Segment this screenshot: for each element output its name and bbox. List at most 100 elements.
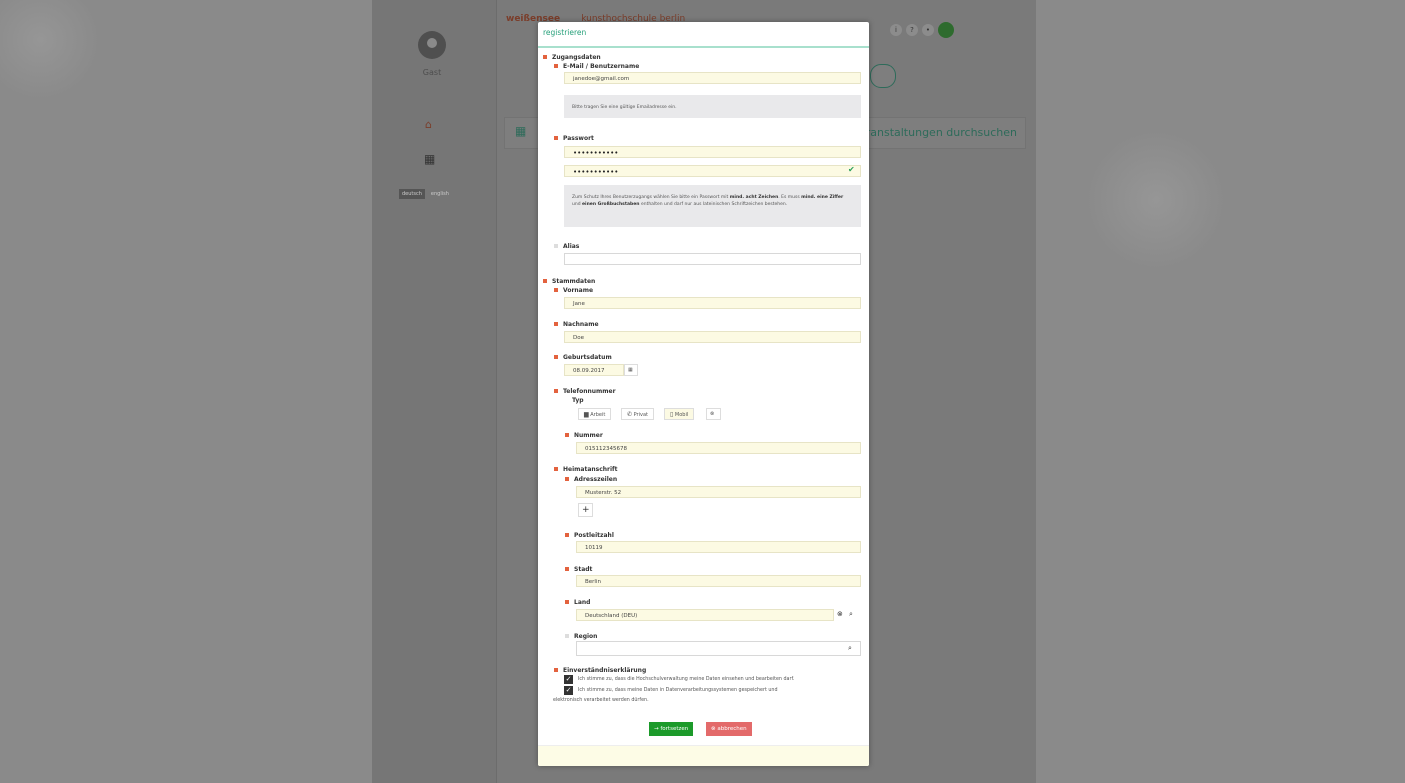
country-label: Land: [574, 599, 591, 606]
optional-marker: [554, 244, 558, 248]
zip-field[interactable]: 10119: [576, 541, 861, 553]
clear-icon[interactable]: ⊗: [837, 610, 843, 618]
required-marker: [543, 279, 547, 283]
home-address-label: Heimatanschrift: [563, 466, 618, 473]
mobile-icon: ▯: [670, 411, 674, 418]
required-marker: [565, 533, 569, 537]
email-hint: Bitte tragen Sie eine gültige Emailadres…: [564, 95, 861, 118]
search-icon[interactable]: ⌕: [848, 644, 852, 653]
firstname-label: Vorname: [563, 287, 594, 294]
password-hint-text: . Es muss: [778, 195, 802, 200]
required-marker: [554, 467, 558, 471]
check-icon: ✔: [848, 165, 855, 174]
phone-type-mobile-label: Mobil: [674, 412, 689, 418]
continue-label: fortsetzen: [660, 726, 689, 732]
register-modal: registrieren Zugangsdaten E-Mail / Benut…: [538, 22, 869, 766]
required-marker: [554, 64, 558, 68]
calendar-picker-icon[interactable]: ▦: [624, 364, 638, 376]
required-marker: [554, 288, 558, 292]
phone-type-private-label: Privat: [633, 412, 648, 418]
section-access: Zugangsdaten: [552, 54, 601, 61]
zip-label: Postleitzahl: [574, 532, 614, 539]
consent-text-2: Ich stimme zu, dass meine Daten in Daten…: [578, 688, 778, 693]
calendar-icon: ▦: [515, 124, 527, 138]
birthdate-field[interactable]: 08.09.2017: [564, 364, 624, 376]
region-label: Region: [574, 633, 598, 640]
continue-button[interactable]: → fortsetzen: [649, 722, 694, 736]
phone-type-work-button[interactable]: ▆ Arbeit: [578, 408, 612, 420]
sidebar: Gast ⌂ ▦ deutsch english: [372, 0, 497, 783]
consent-label: Einverständniserklärung: [563, 667, 647, 674]
city-field[interactable]: Berlin: [576, 575, 861, 587]
background-left: [0, 0, 372, 783]
modal-footer: [538, 745, 869, 766]
building-icon: ▆: [584, 411, 589, 418]
power-icon[interactable]: [938, 22, 954, 38]
cancel-label: abbrechen: [717, 726, 747, 732]
address-field[interactable]: Musterstr. 52: [576, 486, 861, 498]
info-icon[interactable]: i: [890, 24, 902, 36]
required-marker: [554, 389, 558, 393]
password-label: Passwort: [563, 135, 594, 142]
modal-title: registrieren: [543, 28, 587, 37]
phone-type-work-label: Arbeit: [590, 412, 606, 418]
consent-checkbox-1[interactable]: ✓: [564, 675, 573, 684]
phone-type-label: Typ: [572, 397, 584, 404]
phone-type-mobile-button[interactable]: ▯ Mobil: [664, 408, 695, 420]
phone-icon: ✆: [627, 411, 633, 418]
required-marker: [565, 567, 569, 571]
add-address-line-button[interactable]: +: [578, 503, 593, 517]
optional-marker: [565, 634, 569, 638]
language-switch: deutsch english: [399, 189, 452, 199]
country-field[interactable]: Deutschland (DEU): [576, 609, 834, 621]
required-marker: [554, 322, 558, 326]
email-label: E-Mail / Benutzername: [563, 63, 640, 70]
password-hint-bold: mind. acht Zeichen: [729, 195, 779, 200]
home-icon[interactable]: ⌂: [425, 118, 432, 131]
password-hint-text: Zum Schutz Ihres Benutzerzugangs wählen …: [572, 195, 730, 200]
guest-label: Gast: [422, 68, 442, 77]
password-hint-bold: einen Großbuchstaben: [582, 202, 640, 207]
consent-text-1: Ich stimme zu, dass die Hochschulverwalt…: [578, 677, 795, 682]
lang-de-button[interactable]: deutsch: [399, 189, 425, 199]
lang-en-button[interactable]: english: [428, 189, 452, 199]
cancel-button[interactable]: ⊗ abbrechen: [706, 722, 752, 736]
calendar-icon[interactable]: ▦: [424, 152, 435, 166]
required-marker: [554, 355, 558, 359]
phone-number-field[interactable]: 015112345678: [576, 442, 861, 454]
firstname-field[interactable]: Jane: [564, 297, 861, 309]
required-marker: [565, 477, 569, 481]
consent-text-2-cont: elektronisch verarbeitet werden dürfen.: [553, 698, 649, 703]
background-right: [1036, 0, 1405, 783]
required-marker: [554, 668, 558, 672]
top-icon-bar: i ? •: [890, 22, 954, 38]
lastname-field[interactable]: Doe: [564, 331, 861, 343]
phone-label: Telefonnummer: [563, 388, 616, 395]
required-marker: [554, 136, 558, 140]
lock-icon[interactable]: •: [922, 24, 934, 36]
avatar[interactable]: [418, 31, 446, 59]
clear-icon[interactable]: ⊗: [706, 408, 721, 420]
alias-label: Alias: [563, 243, 580, 250]
region-field[interactable]: [576, 641, 861, 656]
birthdate-label: Geburtsdatum: [563, 354, 612, 361]
required-marker: [565, 433, 569, 437]
password-hint-bold: mind. eine Ziffer: [801, 195, 844, 200]
help-icon[interactable]: ?: [906, 24, 918, 36]
search-button[interactable]: [870, 64, 896, 88]
email-field[interactable]: janedoe@gmail.com: [564, 72, 861, 84]
alias-field[interactable]: [564, 253, 861, 265]
password-hint-text: und: [572, 202, 582, 207]
password-hint: Zum Schutz Ihres Benutzerzugangs wählen …: [564, 185, 861, 227]
consent-checkbox-2[interactable]: ✓: [564, 686, 573, 695]
required-marker: [565, 600, 569, 604]
password-confirm-field[interactable]: •••••••••••: [564, 165, 861, 177]
search-icon[interactable]: ⌕: [849, 610, 853, 619]
city-label: Stadt: [574, 566, 593, 573]
address-lines-label: Adresszeilen: [574, 476, 618, 483]
section-master: Stammdaten: [552, 278, 596, 285]
password-field[interactable]: •••••••••••: [564, 146, 861, 158]
phone-type-private-button[interactable]: ✆ Privat: [621, 408, 654, 420]
phone-number-label: Nummer: [574, 432, 603, 439]
lastname-label: Nachname: [563, 321, 599, 328]
